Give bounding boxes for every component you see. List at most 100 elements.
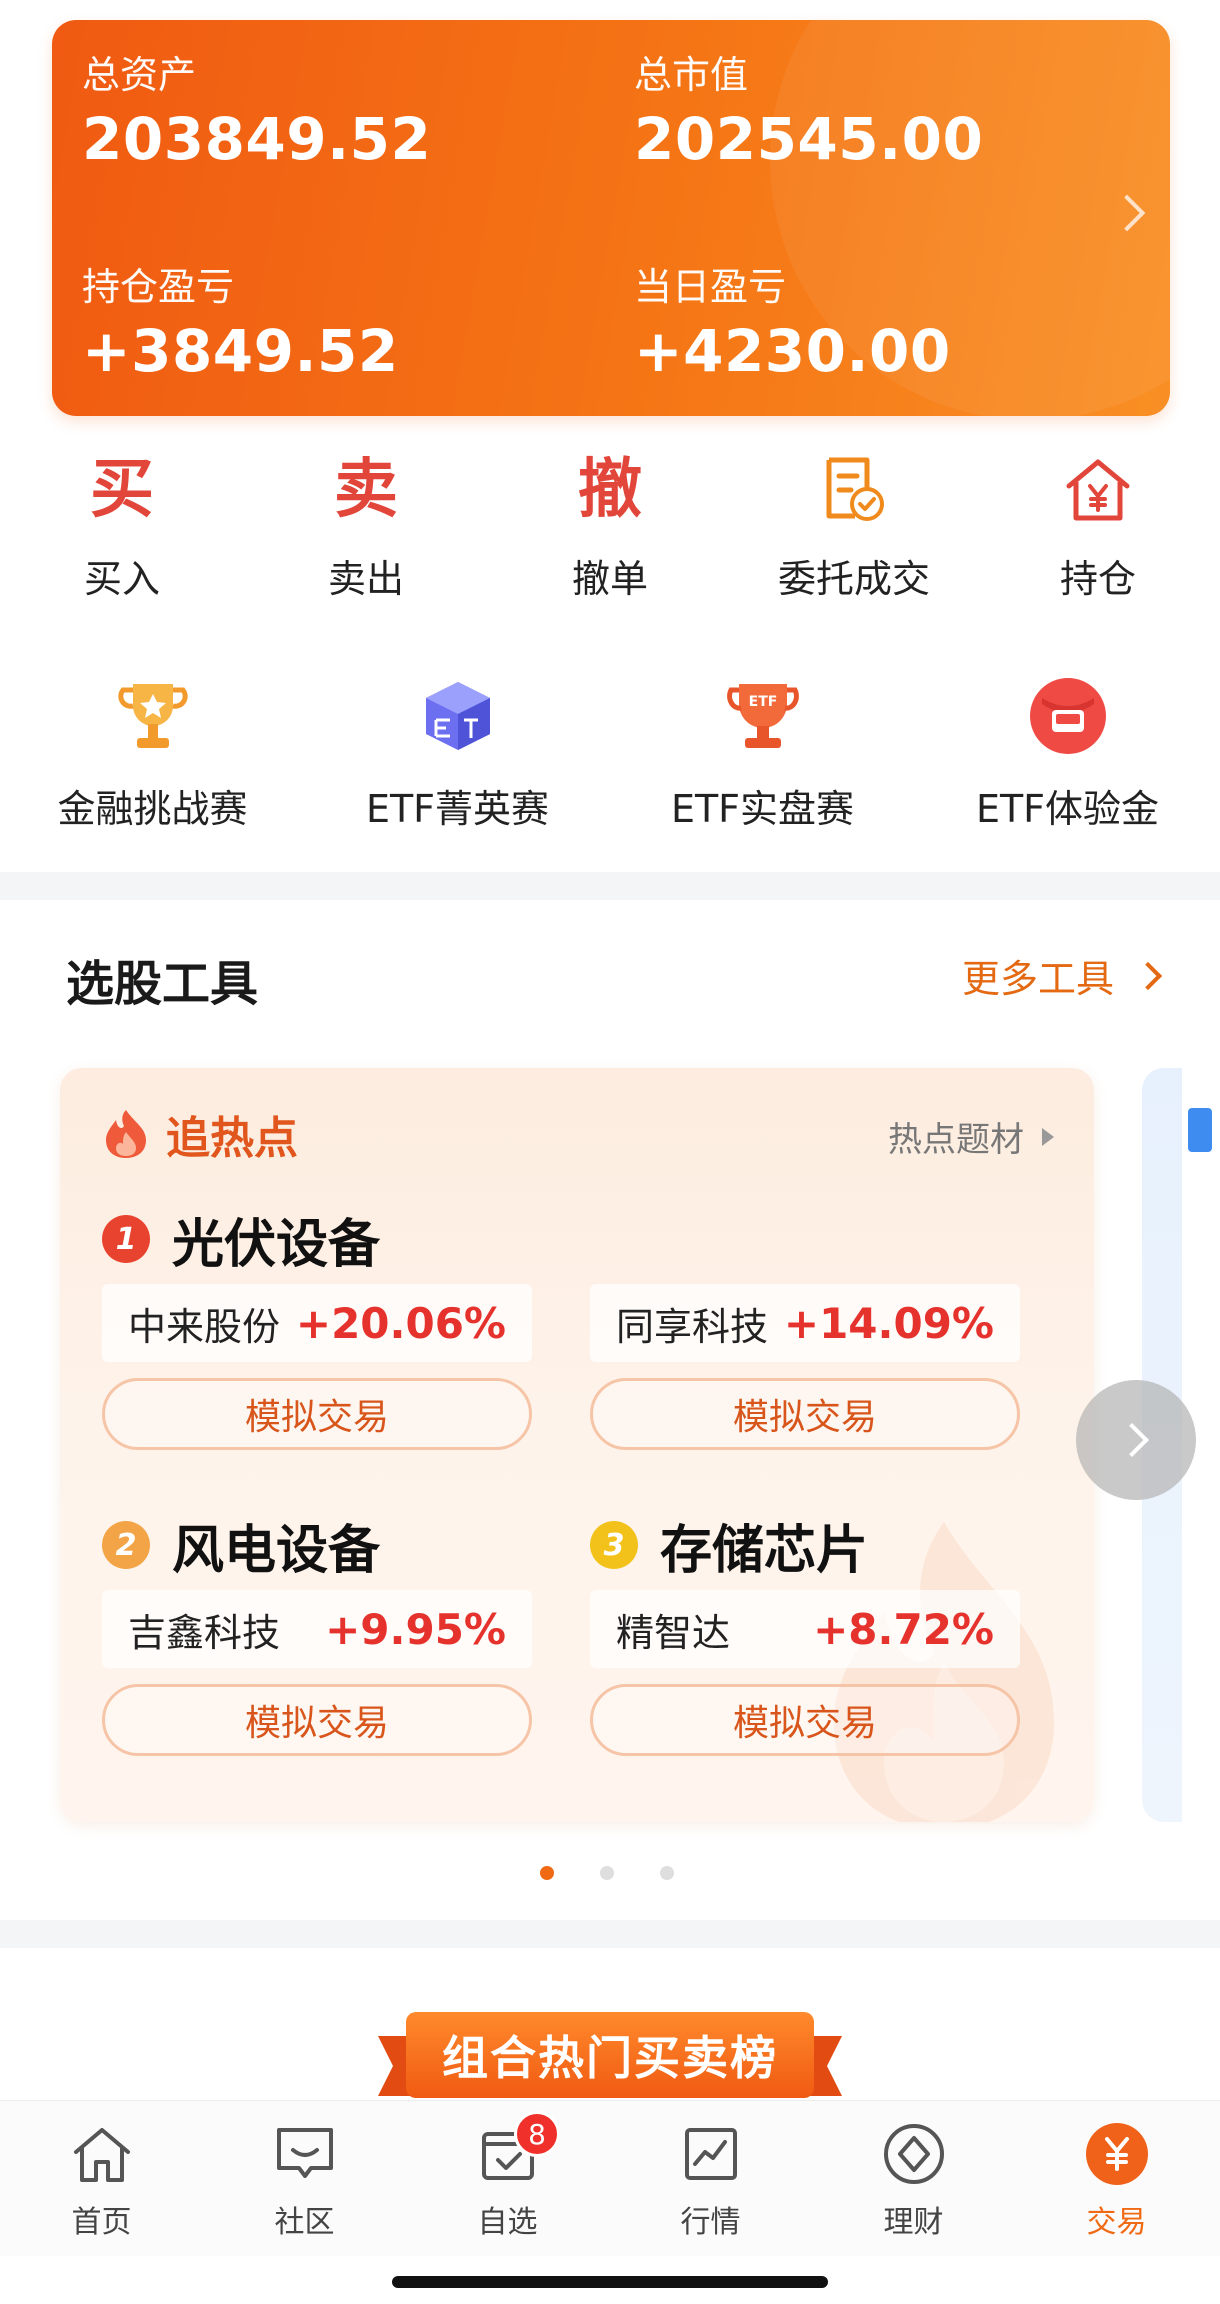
hot-group-header: 2 风电设备 <box>102 1510 532 1581</box>
sell-label: 卖出 <box>327 557 404 601</box>
yen-circle-icon <box>1015 2121 1218 2187</box>
tab-watchlist-label: 自选 <box>477 2205 538 2240</box>
section-divider <box>0 1920 1220 1948</box>
stock-row[interactable]: 吉鑫科技 +9.95% <box>102 1590 532 1668</box>
chevron-right-icon <box>1115 1423 1149 1457</box>
etf-elite-button[interactable]: ETF菁英赛 <box>305 676 610 833</box>
ranking-banner[interactable]: 组合热门买卖榜 <box>378 2012 842 2104</box>
more-tools-link[interactable]: 更多工具 <box>962 948 1163 1003</box>
watchlist-icon: 8 <box>406 2111 609 2187</box>
simulate-trade-button[interactable]: 模拟交易 <box>102 1378 532 1450</box>
hot-themes-label: 热点题材 <box>888 1120 1024 1160</box>
etf-elite-label: ETF菁英赛 <box>365 787 550 831</box>
caret-right-icon <box>1042 1127 1054 1146</box>
page-dot-3[interactable] <box>660 1866 674 1880</box>
total-assets-label: 总资产 <box>82 53 197 97</box>
etf-live-button[interactable]: ETF ETF实盘赛 <box>610 676 915 833</box>
section-divider <box>0 872 1220 900</box>
tab-market-label: 行情 <box>680 2205 741 2240</box>
hot-themes-link[interactable]: 热点题材 <box>888 1112 1054 1161</box>
tab-wealth-label: 理财 <box>883 2205 944 2240</box>
stock-change: +14.09% <box>783 1298 994 1348</box>
diamond-icon <box>812 2121 1015 2187</box>
ranking-banner-title: 组合热门买卖榜 <box>406 2012 814 2098</box>
hot-group-header: 1 光伏设备 <box>102 1204 532 1275</box>
tab-community[interactable]: 社区 <box>203 2121 406 2241</box>
document-check-icon <box>732 450 976 530</box>
tab-watchlist[interactable]: 8 自选 <box>406 2111 609 2241</box>
stock-name: 精智达 <box>616 1610 731 1655</box>
buy-button[interactable]: 买 买入 <box>0 450 244 603</box>
stock-row[interactable]: 同享科技 +14.09% <box>590 1284 1020 1362</box>
orders-trades-button[interactable]: 委托成交 <box>732 450 976 603</box>
tab-wealth[interactable]: 理财 <box>812 2121 1015 2241</box>
position-pl-value: +3849.52 <box>82 317 399 385</box>
carousel-pagination <box>540 1866 720 1880</box>
stock-tools-title: 选股工具 <box>66 956 259 1012</box>
simulate-trade-button[interactable]: 模拟交易 <box>590 1684 1020 1756</box>
stock-change: +20.06% <box>295 1298 506 1348</box>
house-yen-icon <box>976 450 1220 530</box>
carousel-next-button[interactable] <box>1076 1380 1196 1500</box>
sell-icon: 卖 <box>334 452 398 527</box>
market-value: 总市值 202545.00 <box>634 44 983 173</box>
next-card-icon <box>1188 1108 1212 1152</box>
simulate-trade-button[interactable]: 模拟交易 <box>590 1378 1020 1450</box>
hot-group-header-spacer <box>590 1204 1020 1274</box>
etf-trial-fund-label: ETF体验金 <box>975 787 1160 831</box>
stock-name: 吉鑫科技 <box>128 1610 281 1655</box>
chart-icon <box>609 2121 812 2187</box>
stock-name: 同享科技 <box>616 1304 769 1349</box>
trade-page: 总资产 203849.52 总市值 202545.00 持仓盈亏 +3849.5… <box>0 0 1220 2304</box>
page-dot-1[interactable] <box>540 1866 554 1880</box>
stock-row[interactable]: 中来股份 +20.06% <box>102 1284 532 1362</box>
hot-group-1: 1 光伏设备 中来股份 +20.06% 模拟交易 <box>102 1204 532 1450</box>
sector-name: 风电设备 <box>172 1520 381 1581</box>
svg-text:ETF: ETF <box>748 694 777 710</box>
orders-trades-label: 委托成交 <box>777 557 930 601</box>
daily-pl: 当日盈亏 +4230.00 <box>634 256 951 385</box>
cancel-order-label: 撤单 <box>571 557 648 601</box>
daily-pl-value: +4230.00 <box>634 317 951 385</box>
positions-button[interactable]: 持仓 <box>976 450 1220 603</box>
total-assets-value: 203849.52 <box>82 105 432 173</box>
stock-row[interactable]: 精智达 +8.72% <box>590 1590 1020 1668</box>
simulate-trade-button[interactable]: 模拟交易 <box>102 1684 532 1756</box>
daily-pl-label: 当日盈亏 <box>634 265 787 309</box>
stock-change: +8.72% <box>813 1604 994 1654</box>
quick-actions: 买 买入 卖 卖出 撤 撤单 委托成交 持仓 <box>0 450 1220 610</box>
buy-icon: 买 <box>90 452 154 527</box>
tab-community-label: 社区 <box>274 2205 335 2240</box>
sector-name: 存储芯片 <box>660 1520 869 1581</box>
chevron-right-icon[interactable] <box>1108 194 1146 232</box>
position-pl: 持仓盈亏 +3849.52 <box>82 256 399 385</box>
hot-group-3: 3 存储芯片 精智达 +8.72% 模拟交易 <box>590 1510 1020 1756</box>
etf-cube-icon <box>305 676 610 756</box>
finance-challenge-button[interactable]: 金融挑战赛 <box>0 676 305 833</box>
positions-label: 持仓 <box>1059 557 1136 601</box>
stock-name: 中来股份 <box>128 1304 281 1349</box>
position-pl-label: 持仓盈亏 <box>82 265 235 309</box>
home-icon <box>0 2121 203 2187</box>
hot-group-header: 3 存储芯片 <box>590 1510 1020 1581</box>
home-indicator[interactable] <box>392 2276 828 2288</box>
finance-challenge-label: 金融挑战赛 <box>57 787 248 831</box>
buy-label: 买入 <box>83 557 160 601</box>
hot-group-2: 2 风电设备 吉鑫科技 +9.95% 模拟交易 <box>102 1510 532 1756</box>
stock-change: +9.95% <box>325 1604 506 1654</box>
bottom-tab-bar: 首页 社区 8 自选 行情 理财 交易 <box>0 2100 1220 2256</box>
tab-market[interactable]: 行情 <box>609 2121 812 2241</box>
sell-button[interactable]: 卖 卖出 <box>244 450 488 603</box>
cancel-order-icon: 撤 <box>578 452 642 527</box>
tab-home[interactable]: 首页 <box>0 2121 203 2241</box>
etf-trial-fund-button[interactable]: ETF体验金 <box>915 676 1220 833</box>
tab-home-label: 首页 <box>71 2205 132 2240</box>
tab-trade[interactable]: 交易 <box>1015 2121 1218 2241</box>
market-value-label: 总市值 <box>634 53 749 97</box>
chat-icon <box>203 2121 406 2187</box>
page-dot-2[interactable] <box>600 1866 614 1880</box>
hot-topics-card[interactable]: 追热点 热点题材 1 光伏设备 中来股份 +20.06% 模拟交易 同享科技 +… <box>60 1068 1094 1822</box>
total-assets: 总资产 203849.52 <box>82 44 431 173</box>
cancel-order-button[interactable]: 撤 撤单 <box>488 450 732 603</box>
asset-summary-card[interactable]: 总资产 203849.52 总市值 202545.00 持仓盈亏 +3849.5… <box>52 20 1170 416</box>
